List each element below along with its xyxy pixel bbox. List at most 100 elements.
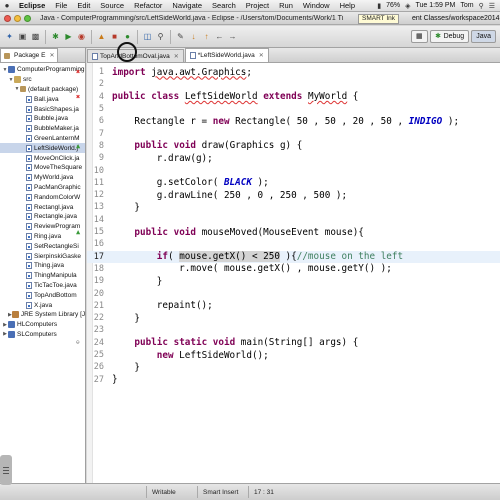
search-icon[interactable]: ⚲ [155,31,166,42]
code-line[interactable]: 13 } [87,201,500,213]
menu-edit[interactable]: Edit [72,1,95,10]
tree-item[interactable]: GreenLanternM [0,134,85,144]
code-line[interactable]: 15 ▲ public void mouseMoved(MouseEvent mo… [76,226,500,238]
new-package-icon[interactable]: ■ [109,31,120,42]
menu-refactor[interactable]: Refactor [129,1,167,10]
code-line[interactable]: 18 r.move( mouse.getX() , mouse.getY() )… [87,263,500,275]
menu-run[interactable]: Run [274,1,298,10]
back-icon[interactable]: ← [214,31,225,42]
code-line[interactable]: 6 Rectangle r = new Rectangle( 50 , 50 ,… [87,115,500,127]
wifi-icon[interactable]: ◈ [405,2,410,10]
menu-source[interactable]: Source [95,1,129,10]
menu-window[interactable]: Window [298,1,335,10]
new-class-icon[interactable]: ● [122,31,133,42]
tree-item[interactable]: MyWorld.java [0,173,85,183]
tree-item[interactable]: ▼ (default package) [0,85,85,95]
code-line[interactable]: 22 } [87,312,500,324]
error-marker-icon[interactable]: ✖ [76,68,80,76]
perspective-java-button[interactable]: Java [471,30,496,43]
tree-item[interactable]: TicTacToe.java [0,281,85,291]
code-line[interactable]: 27} [87,374,500,386]
annotation-prev-icon[interactable]: ↑ [201,31,212,42]
tree-item[interactable]: ▶ JRE System Library [Ja [0,310,85,320]
code-line[interactable]: 8 ▲ public void draw(Graphics g) { [76,140,500,152]
tree-item[interactable]: Ring.java [0,232,85,242]
tree-item[interactable]: ▶ HLComputers [0,320,85,330]
tree-item[interactable]: MoveOnClick.ja [0,153,85,163]
menu-file[interactable]: File [50,1,72,10]
menu-search[interactable]: Search [207,1,241,10]
code-line[interactable]: 24 ⊖ public static void main(String[] arg… [76,337,500,349]
code-line[interactable]: 16 [87,238,500,250]
run-icon[interactable]: ▶ [63,31,74,42]
annotation-next-icon[interactable]: ↓ [188,31,199,42]
tree-item[interactable]: ReviewProgram [0,222,85,232]
battery-icon[interactable]: ▮ [377,2,381,10]
apple-menu-icon[interactable]: ● [0,1,14,10]
close-icon[interactable]: ✕ [49,52,54,59]
tree-item[interactable]: TopAndBottom [0,290,85,300]
menu-navigate[interactable]: Navigate [167,1,207,10]
override-marker-icon[interactable]: ▲ [76,228,80,236]
code-line[interactable]: 7 [87,128,500,140]
tree-item[interactable]: ▼ ComputerProgramming [0,65,85,75]
debug-icon[interactable]: ✱ [50,31,61,42]
package-explorer-tab[interactable]: Package E ✕ [0,48,59,62]
tree-item[interactable]: ▼ src [0,75,85,85]
override-marker-icon[interactable]: ▲ [76,142,80,150]
error-marker-icon[interactable]: ✖ [76,93,80,101]
zoom-window-button[interactable] [24,14,31,22]
editor-tab-leftsideworld[interactable]: *LeftSideWorld.java ✕ [184,48,269,62]
code-line[interactable]: 9 r.draw(g); [87,152,500,164]
close-window-button[interactable] [4,14,11,22]
code-line[interactable]: 14 [87,214,500,226]
tree-item[interactable]: SetRectangleSi [0,241,85,251]
open-type-icon[interactable]: ◫ [142,31,153,42]
external-tools-icon[interactable]: ◉ [76,31,87,42]
tree-item[interactable]: Rectangle.java [0,212,85,222]
close-icon[interactable]: ✕ [174,53,179,60]
code-line[interactable]: 23 [87,324,500,336]
tree-item[interactable]: Thing.java [0,261,85,271]
toggle-mark-occurrences-icon[interactable]: ✎ [175,31,186,42]
code-line[interactable]: 19 } [87,275,500,287]
close-icon[interactable]: ✕ [259,52,264,59]
code-line[interactable]: 4 ✖ public class LeftSideWorld extends MyW… [76,91,500,103]
new-icon[interactable]: ✦ [4,31,15,42]
print-icon[interactable]: ▩ [30,31,41,42]
tree-item[interactable]: X.java [0,300,85,310]
tree-item[interactable]: RandomColorW [0,192,85,202]
code-line[interactable]: 21 repaint(); [87,300,500,312]
tree-item[interactable]: BasicShapes.ja [0,104,85,114]
code-line[interactable]: 12 g.drawLine( 250 , 0 , 250 , 500 ); [87,189,500,201]
tree-item[interactable]: ▶ SLComputers [0,330,85,340]
spotlight-search-icon[interactable]: ⚲ [479,2,484,10]
menu-project[interactable]: Project [241,1,274,10]
code-line[interactable]: 1 ✖ import java.awt.Graphics; [76,66,500,78]
fold-icon[interactable]: ⊖ [76,339,80,346]
side-dock-handle[interactable] [0,455,12,485]
tree-item[interactable]: PacManGraphic [0,183,85,193]
forward-icon[interactable]: → [227,31,238,42]
code-line[interactable]: 26 } [87,361,500,373]
tree-item[interactable]: MoveTheSquare [0,163,85,173]
tree-item[interactable]: Bubble.java [0,114,85,124]
tree-item[interactable]: LeftSideWorld.j [0,143,85,154]
menu-app-name[interactable]: Eclipse [14,1,50,10]
code-line[interactable]: 5 [87,103,500,115]
notification-list-icon[interactable]: ☰ [489,2,495,10]
tree-item[interactable]: ThingManipula [0,271,85,281]
tree-item[interactable]: Rectangl.java [0,202,85,212]
code-line[interactable]: 10 [87,164,500,176]
minimize-window-button[interactable] [14,14,21,22]
perspective-open-icon[interactable]: ▦ [410,30,428,43]
code-line[interactable]: 11 g.setColor( BLACK ); [87,177,500,189]
menu-help[interactable]: Help [335,1,360,10]
new-java-project-icon[interactable]: ▲ [96,31,107,42]
tree-item[interactable]: SierpinskiGaske [0,251,85,261]
code-line[interactable]: 2 [87,78,500,90]
user-name[interactable]: Tom [460,2,473,9]
tree-item[interactable]: BubbleMaker.ja [0,124,85,134]
clock[interactable]: Tue 1:59 PM [416,2,456,9]
code-line[interactable]: 17 if( mouse.getX() < 250 ){//mouse on t… [87,250,500,263]
